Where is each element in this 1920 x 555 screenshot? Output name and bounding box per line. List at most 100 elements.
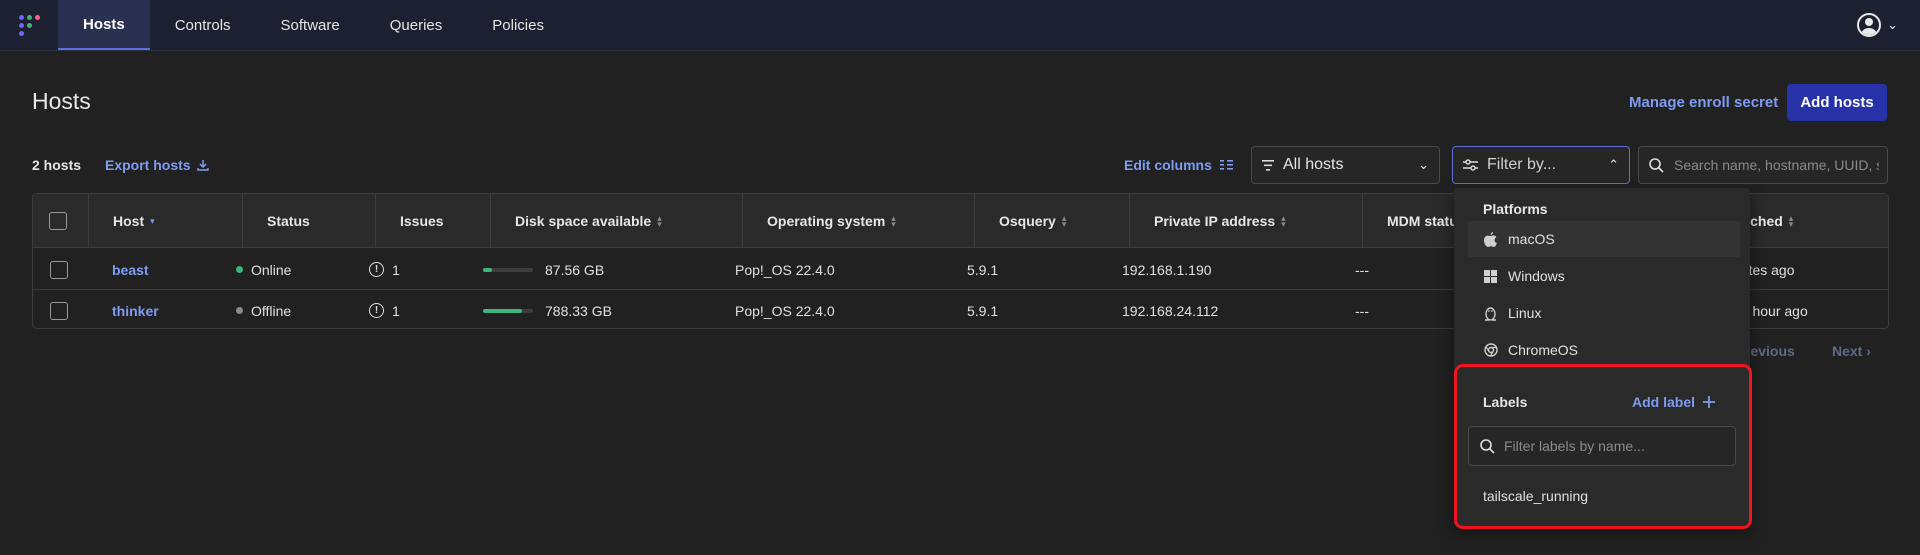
- export-hosts-button[interactable]: Export hosts: [105, 157, 209, 173]
- sort-icon: ▴ ▾: [1788, 213, 1794, 229]
- add-hosts-button[interactable]: Add hosts: [1787, 84, 1887, 121]
- filter-dropdown: Platforms macOS Windows Linux ChromeOS L…: [1454, 188, 1752, 529]
- platform-option-macos[interactable]: macOS: [1468, 221, 1740, 257]
- column-header-issues[interactable]: Issues: [375, 194, 490, 248]
- top-nav: Hosts Controls Software Queries Policies…: [0, 0, 1920, 51]
- os-cell: Pop!_OS 22.4.0: [735, 261, 835, 278]
- disk-cell: 788.33 GB: [483, 290, 612, 328]
- columns-icon: [1219, 160, 1233, 170]
- disk-value: 788.33 GB: [545, 302, 612, 319]
- manage-enroll-secret-link[interactable]: Manage enroll secret: [1629, 94, 1778, 111]
- next-label: Next: [1832, 343, 1863, 359]
- edit-columns-button[interactable]: Edit columns: [1124, 157, 1233, 173]
- nav-hosts[interactable]: Hosts: [58, 0, 150, 50]
- row-checkbox[interactable]: [50, 301, 68, 320]
- issue-icon: !: [369, 262, 384, 277]
- select-all-checkbox[interactable]: [49, 212, 67, 230]
- platforms-heading: Platforms: [1483, 201, 1548, 217]
- issue-icon: !: [369, 303, 384, 318]
- column-label: Disk space available: [515, 213, 652, 229]
- status-text: Offline: [251, 302, 292, 319]
- platform-option-linux[interactable]: Linux: [1468, 295, 1740, 331]
- issues-count: 1: [392, 302, 400, 319]
- column-header-os[interactable]: Operating system ▴ ▾: [742, 194, 974, 248]
- host-cell: beast: [112, 249, 149, 290]
- status-filter-select[interactable]: All hosts ⌄: [1251, 146, 1440, 184]
- nav-queries[interactable]: Queries: [365, 0, 468, 50]
- chevron-up-icon: ⌃: [1608, 157, 1619, 172]
- edit-columns-label: Edit columns: [1124, 157, 1212, 173]
- issues-cell[interactable]: ! 1: [369, 249, 400, 290]
- label-filter-field[interactable]: [1468, 426, 1736, 466]
- sort-icon: ▴ ▾: [1061, 213, 1067, 229]
- os-cell: Pop!_OS 22.4.0: [735, 302, 835, 319]
- disk-value: 87.56 GB: [545, 261, 605, 278]
- host-search-field[interactable]: [1638, 146, 1888, 184]
- user-circle-icon: [1857, 13, 1882, 37]
- add-label-button[interactable]: Add label: [1632, 394, 1716, 410]
- chevron-down-icon: ⌄: [1418, 157, 1429, 172]
- filter-by-label: Filter by...: [1487, 156, 1557, 173]
- column-header-osquery[interactable]: Osquery ▴ ▾: [974, 194, 1129, 248]
- nav-controls[interactable]: Controls: [150, 0, 256, 50]
- status-cell: Offline: [236, 290, 292, 328]
- osquery-cell: 5.9.1: [967, 261, 999, 278]
- osquery-cell: 5.9.1: [967, 302, 999, 319]
- search-icon: [1649, 157, 1664, 173]
- ip-cell: 192.168.24.112: [1122, 302, 1219, 319]
- issues-cell[interactable]: ! 1: [369, 290, 400, 328]
- next-page-button[interactable]: Next ›: [1832, 343, 1871, 359]
- issues-count: 1: [392, 261, 400, 278]
- nav-policies[interactable]: Policies: [467, 0, 569, 50]
- nav-software[interactable]: Software: [256, 0, 365, 50]
- disk-cell: 87.56 GB: [483, 249, 604, 290]
- windows-icon: [1483, 269, 1498, 283]
- host-count: 2 hosts: [32, 157, 82, 173]
- host-search-input[interactable]: [1674, 157, 1879, 173]
- column-header-disk-space[interactable]: Disk space available ▴ ▾: [490, 194, 742, 248]
- platform-label: ChromeOS: [1508, 342, 1579, 358]
- plus-icon: [1703, 396, 1716, 408]
- previous-label: revious: [1745, 343, 1795, 359]
- mdm-cell: ---: [1355, 302, 1369, 319]
- label-filter-input[interactable]: [1504, 438, 1729, 454]
- platform-label: Linux: [1508, 305, 1542, 321]
- status-cell: Online: [236, 249, 291, 290]
- chevron-down-icon: ⌄: [1887, 17, 1898, 32]
- column-header-last-fetched[interactable]: fetched ▴ ▾: [1733, 194, 1888, 248]
- filter-lines-icon: [1262, 159, 1274, 171]
- status-text: Online: [251, 261, 292, 278]
- column-header-private-ip[interactable]: Private IP address ▴ ▾: [1129, 194, 1362, 248]
- linux-icon: [1483, 306, 1498, 321]
- host-link[interactable]: beast: [112, 262, 149, 278]
- chrome-icon: [1483, 343, 1498, 357]
- host-link[interactable]: thinker: [112, 303, 159, 319]
- add-label-text: Add label: [1632, 394, 1696, 410]
- chevron-right-icon: ›: [1866, 343, 1871, 359]
- column-header-host[interactable]: Host ▾: [88, 194, 242, 248]
- platform-label: Windows: [1508, 268, 1565, 284]
- column-label: Issues: [400, 213, 444, 229]
- platform-option-chromeos[interactable]: ChromeOS: [1468, 332, 1740, 368]
- fleet-logo[interactable]: [0, 0, 58, 50]
- filter-by-select[interactable]: Filter by... ⌃: [1452, 146, 1630, 184]
- column-header-status[interactable]: Status: [242, 194, 375, 248]
- row-select-cell: [50, 249, 68, 290]
- ip-cell: 192.168.1.190: [1122, 261, 1212, 278]
- previous-page-button[interactable]: revious: [1745, 343, 1795, 359]
- label-option[interactable]: tailscale_running: [1483, 488, 1588, 504]
- sort-icon: ▴ ▾: [1281, 213, 1286, 229]
- row-select-cell: [50, 290, 68, 328]
- column-label: Osquery: [999, 213, 1056, 229]
- labels-heading: Labels: [1483, 394, 1528, 410]
- user-menu[interactable]: ⌄: [1857, 13, 1898, 37]
- status-filter-value: All hosts: [1283, 156, 1344, 173]
- search-icon: [1480, 438, 1495, 454]
- platform-option-windows[interactable]: Windows: [1468, 258, 1740, 294]
- labels-section: Labels Add label tailscale_running: [1454, 364, 1752, 529]
- row-checkbox[interactable]: [50, 260, 68, 279]
- sliders-icon: [1463, 159, 1478, 171]
- column-label: Host: [113, 213, 145, 229]
- mdm-cell: ---: [1355, 261, 1369, 278]
- export-hosts-label: Export hosts: [105, 157, 191, 173]
